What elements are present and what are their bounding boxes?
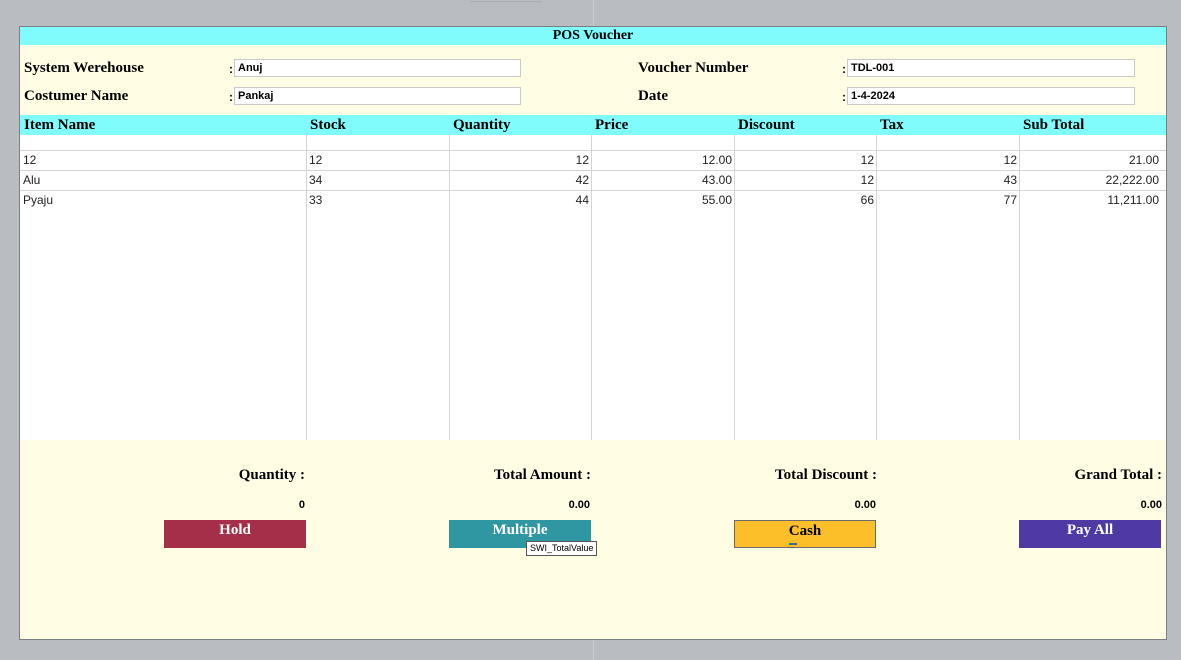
system-warehouse-label: System Werehouse	[24, 60, 144, 76]
window-title: POS Voucher	[20, 27, 1166, 45]
quantity-total-value: 0	[298, 499, 305, 511]
total-amount-label: Total Amount :	[494, 467, 591, 483]
voucher-number-field[interactable]: TDL-001	[847, 59, 1135, 77]
customer-name-colon: :	[229, 90, 233, 104]
system-warehouse-field[interactable]: Anuj	[234, 59, 521, 77]
system-warehouse-colon: :	[229, 62, 233, 76]
table-header: Item Name Stock Quantity Price Discount …	[20, 115, 1166, 135]
column-header-price: Price	[595, 117, 629, 133]
column-header-tax: Tax	[880, 117, 904, 133]
table-row[interactable]: 12 12 12 12.00 12 12 21.00	[20, 150, 1166, 170]
cell-item-name[interactable]: Pyaju	[20, 190, 306, 210]
quantity-total-label: Quantity :	[238, 467, 305, 483]
cash-focus-underline	[789, 543, 797, 545]
total-amount-value: 0.00	[568, 499, 590, 511]
cell-sub-total[interactable]: 21.00	[1019, 150, 1161, 170]
cell-tax[interactable]: 43	[876, 170, 1019, 190]
voucher-number-colon: :	[842, 62, 846, 76]
total-discount-label: Total Discount :	[775, 467, 877, 483]
cell-discount[interactable]: 12	[734, 150, 876, 170]
cash-button[interactable]: Cash	[734, 520, 876, 548]
cell-quantity[interactable]: 12	[449, 150, 591, 170]
cell-tax[interactable]: 77	[876, 190, 1019, 210]
cell-item-name[interactable]: Alu	[20, 170, 306, 190]
pay-all-button[interactable]: Pay All	[1019, 520, 1161, 548]
cell-price[interactable]: 43.00	[591, 170, 734, 190]
date-colon: :	[842, 90, 846, 104]
column-header-stock: Stock	[310, 117, 346, 133]
total-discount-value: 0.00	[854, 499, 876, 511]
column-header-discount: Discount	[738, 117, 795, 133]
voucher-number-label: Voucher Number	[638, 60, 749, 76]
cell-stock[interactable]: 34	[306, 170, 449, 190]
table-row[interactable]: Pyaju 33 44 55.00 66 77 11,211.00	[20, 190, 1166, 210]
cell-quantity[interactable]: 44	[449, 190, 591, 210]
date-label: Date	[638, 88, 668, 104]
customer-name-field[interactable]: Pankaj	[234, 87, 521, 105]
cell-price[interactable]: 12.00	[591, 150, 734, 170]
background-blurred-text: ————————	[470, 0, 542, 6]
date-field[interactable]: 1-4-2024	[847, 87, 1135, 105]
cell-item-name[interactable]: 12	[20, 150, 306, 170]
grand-total-label: Grand Total :	[1074, 467, 1162, 483]
tooltip: SWI_TotalValue	[526, 541, 598, 556]
grand-total-value: 0.00	[1140, 499, 1162, 511]
cell-tax[interactable]: 12	[876, 150, 1019, 170]
cash-button-label: Cash	[788, 523, 822, 539]
background-strip: ————————	[0, 0, 1181, 26]
customer-name-label: Costumer Name	[24, 88, 129, 104]
cell-stock[interactable]: 12	[306, 150, 449, 170]
cell-sub-total[interactable]: 11,211.00	[1019, 190, 1161, 210]
cell-stock[interactable]: 33	[306, 190, 449, 210]
cell-sub-total[interactable]: 22,222.00	[1019, 170, 1161, 190]
table-row[interactable]: Alu 34 42 43.00 12 43 22,222.00	[20, 170, 1166, 190]
column-header-sub-total: Sub Total	[1023, 117, 1085, 133]
items-table: 12 12 12 12.00 12 12 21.00 Alu 34 42 43.…	[20, 135, 1166, 440]
column-header-quantity: Quantity	[453, 117, 511, 133]
cell-quantity[interactable]: 42	[449, 170, 591, 190]
cell-discount[interactable]: 12	[734, 170, 876, 190]
cell-price[interactable]: 55.00	[591, 190, 734, 210]
hold-button[interactable]: Hold	[164, 520, 306, 548]
cell-discount[interactable]: 66	[734, 190, 876, 210]
column-header-item-name: Item Name	[24, 117, 96, 133]
